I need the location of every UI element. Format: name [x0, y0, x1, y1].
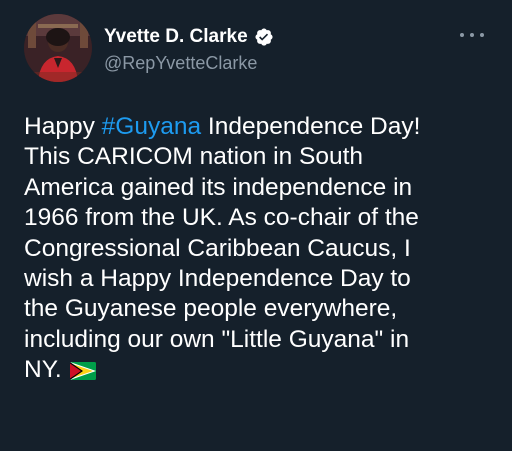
tweet-line: NY.: [24, 355, 494, 385]
hashtag-link[interactable]: #Guyana: [102, 113, 201, 140]
tweet-line: the Guyanese people everywhere,: [24, 295, 398, 323]
tweet-text-segment: NY.: [24, 356, 62, 384]
avatar[interactable]: [24, 14, 92, 82]
tweet-line: 1966 from the UK. As co-chair of the: [24, 204, 419, 232]
tweet-text: Happy #Guyana Independence Day! This CAR…: [24, 112, 494, 386]
author-handle[interactable]: @RepYvetteClarke: [104, 52, 274, 74]
tweet-line: Congressional Caribbean Caucus, I: [24, 234, 411, 262]
tweet-line: This CARICOM nation in South: [24, 143, 364, 171]
tweet-header: Yvette D. Clarke @RepYvetteClarke: [24, 14, 492, 84]
more-dot: [460, 33, 464, 37]
author-info: Yvette D. Clarke @RepYvetteClarke: [104, 26, 274, 74]
more-options-icon[interactable]: [460, 26, 484, 44]
tweet-text-segment: Happy: [24, 113, 102, 140]
more-dot: [480, 33, 484, 37]
author-name-link[interactable]: Yvette D. Clarke: [104, 26, 274, 48]
more-dot: [470, 33, 474, 37]
tweet-line: Happy #Guyana Independence Day!: [24, 112, 494, 142]
tweet-text-segment: Independence Day!: [201, 113, 421, 140]
verified-badge-icon: [254, 27, 274, 47]
tweet-line: America gained its independence in: [24, 173, 413, 201]
tweet-card: Yvette D. Clarke @RepYvetteClarke Happy …: [0, 0, 512, 451]
tweet-line: including our own "Little Guyana" in: [24, 325, 410, 353]
guyana-flag-icon: [69, 358, 96, 381]
author-display-name[interactable]: Yvette D. Clarke: [104, 26, 248, 48]
tweet-line: wish a Happy Independence Day to: [24, 265, 411, 293]
avatar-photo: [24, 14, 92, 82]
